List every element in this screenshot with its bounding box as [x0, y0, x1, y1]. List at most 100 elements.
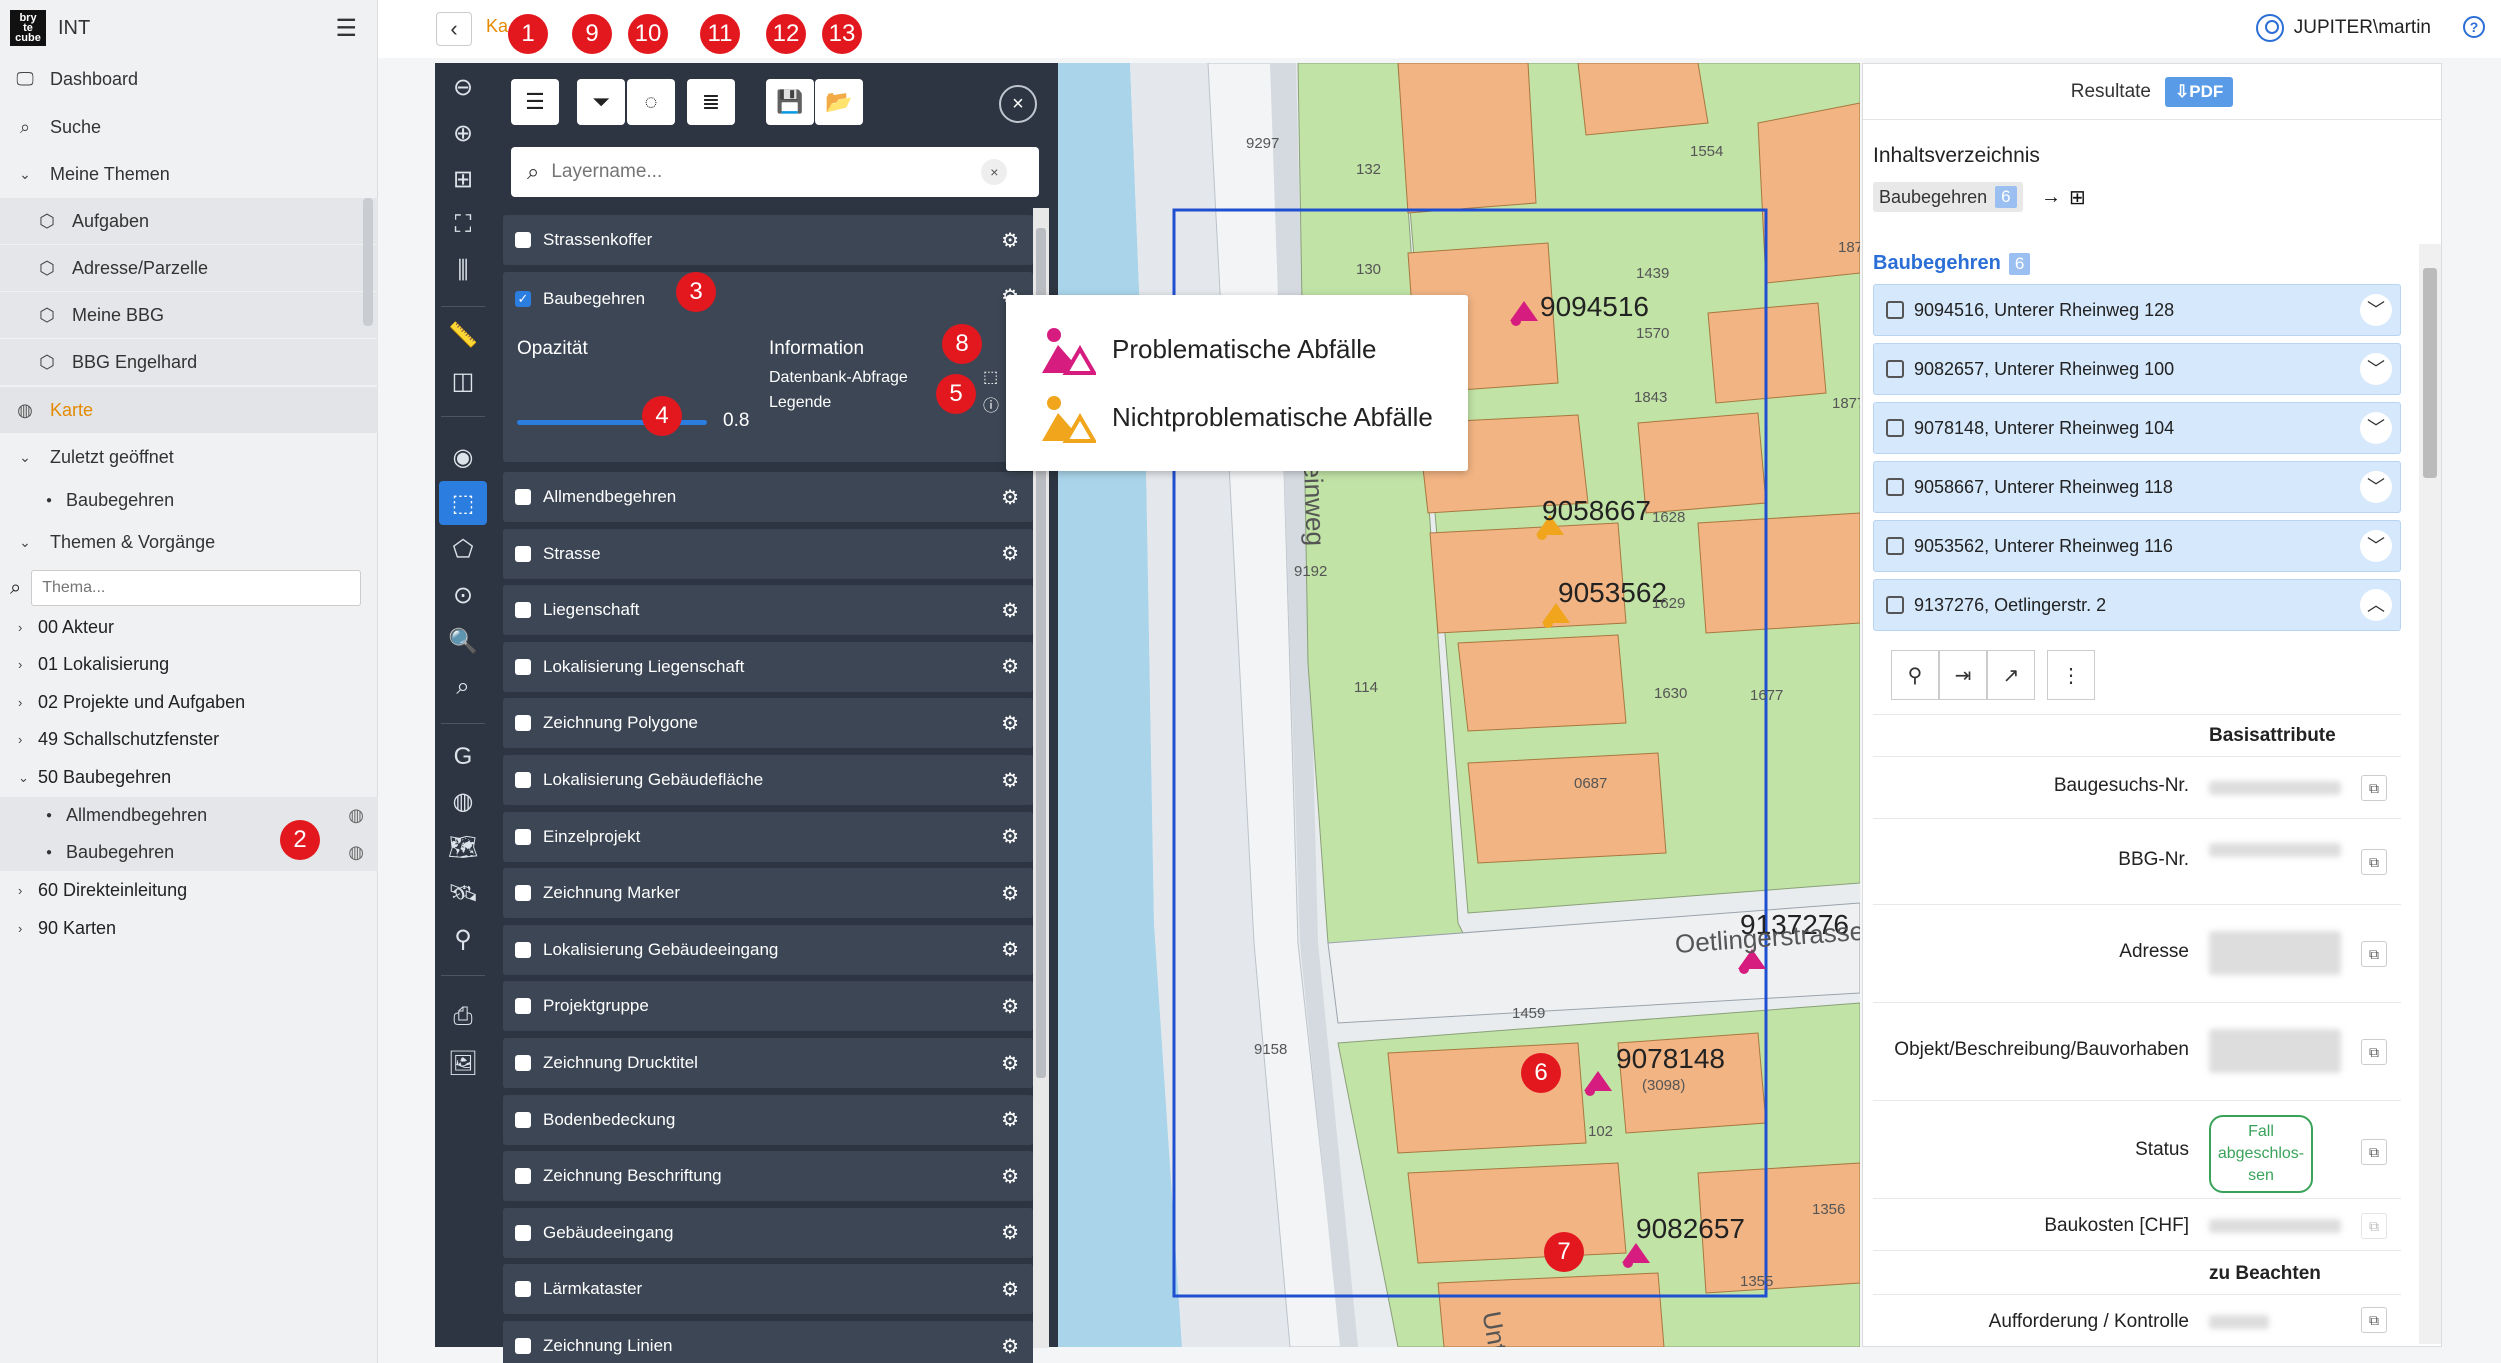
- chevron-up-icon[interactable]: ︿: [2360, 589, 2392, 621]
- layer-row[interactable]: Projektgruppe ⚙: [503, 981, 1033, 1032]
- arrow-right-icon[interactable]: →: [2041, 186, 2061, 209]
- external-link-icon[interactable]: ↗: [1987, 650, 2035, 700]
- copy-icon[interactable]: ⧉: [2361, 775, 2387, 801]
- area-measure-icon[interactable]: ◫: [439, 359, 487, 403]
- legend-list-button[interactable]: ≣: [687, 79, 735, 125]
- globe-icon[interactable]: ◍: [348, 805, 364, 826]
- tree-leaf-baubegehren[interactable]: ● Baubegehren ◍: [0, 834, 378, 871]
- layer-checkbox[interactable]: [515, 658, 531, 675]
- results-scrollbar[interactable]: [2419, 244, 2441, 1344]
- copy-icon[interactable]: ⧉: [2361, 1039, 2387, 1065]
- globe-icon[interactable]: ◍: [439, 779, 487, 823]
- result-item[interactable]: 9058667, Unterer Rheinweg 118 ﹀: [1873, 461, 2401, 513]
- chevron-down-icon[interactable]: ﹀: [2360, 471, 2392, 503]
- layers-button[interactable]: ☰: [511, 79, 559, 125]
- layer-row[interactable]: Einzelprojekt ⚙: [503, 811, 1033, 862]
- layer-row[interactable]: Lokalisierung Gebäudefläche ⚙: [503, 755, 1033, 805]
- layer-row[interactable]: Lokalisierung Liegenschaft ⚙: [503, 641, 1033, 692]
- open-button[interactable]: 📂: [815, 79, 863, 125]
- tree-leaf-allmendbegehren[interactable]: ● Allmendbegehren ◍: [0, 797, 378, 834]
- layer-checkbox[interactable]: [515, 232, 531, 248]
- tree-item-schallschutz[interactable]: › 49 Schallschutzfenster: [0, 721, 378, 758]
- layer-row[interactable]: Strassenkoffer ⚙: [503, 215, 1033, 265]
- ruler-vertical-icon[interactable]: ⫼: [439, 249, 487, 293]
- gear-icon[interactable]: ⚙: [1001, 485, 1019, 510]
- layer-row[interactable]: Zeichnung Drucktitel ⚙: [503, 1038, 1033, 1088]
- result-item[interactable]: 9078148, Unterer Rheinweg 104 ﹀: [1873, 402, 2401, 454]
- user-menu[interactable]: JUPITER\martin: [2255, 14, 2431, 42]
- copy-icon[interactable]: ⧉: [2361, 1139, 2387, 1165]
- zoom-out-icon[interactable]: ⊖: [439, 65, 487, 109]
- result-item[interactable]: 9082657, Unterer Rheinweg 100 ﹀: [1873, 343, 2401, 395]
- tree-item-direkteinleitung[interactable]: › 60 Direkteinleitung: [0, 872, 378, 909]
- gear-icon[interactable]: ⚙: [1001, 994, 1019, 1019]
- gear-icon[interactable]: ⚙: [1001, 654, 1019, 679]
- gear-icon[interactable]: ⚙: [1001, 1107, 1019, 1132]
- pdf-button[interactable]: ⇩PDF: [2165, 76, 2234, 107]
- back-button[interactable]: ‹: [436, 12, 472, 46]
- tree-item-karten[interactable]: › 90 Karten: [0, 910, 378, 947]
- point-select-icon[interactable]: ◉: [439, 435, 487, 479]
- layer-row[interactable]: Lokalisierung Gebäudeeingang ⚙: [503, 924, 1033, 975]
- nav-zuletzt[interactable]: ⌄ Zuletzt geöffnet: [0, 434, 378, 480]
- layer-search-input[interactable]: [551, 161, 982, 183]
- layer-row[interactable]: Allmendbegehren ⚙: [503, 472, 1033, 522]
- layer-checkbox[interactable]: [515, 1338, 531, 1354]
- result-item[interactable]: 9094516, Unterer Rheinweg 128 ﹀: [1873, 284, 2401, 336]
- gear-icon[interactable]: ⚙: [1001, 1277, 1019, 1302]
- layer-row[interactable]: Gebäudeeingang ⚙: [503, 1207, 1033, 1258]
- help-icon[interactable]: ?: [2463, 16, 2485, 38]
- pin-icon[interactable]: ⚲: [439, 917, 487, 961]
- sidebar-scrollbar[interactable]: [363, 198, 373, 326]
- layer-checkbox[interactable]: [515, 998, 531, 1015]
- layer-row[interactable]: Zeichnung Polygone ⚙: [503, 698, 1033, 749]
- nav-aufgaben[interactable]: ⬡ Aufgaben: [0, 198, 378, 244]
- gear-icon[interactable]: ⚙: [1001, 1334, 1019, 1359]
- scrollbar-thumb[interactable]: [2423, 268, 2437, 478]
- layer-checkbox-checked[interactable]: ✓: [515, 291, 531, 307]
- layer-checkbox[interactable]: [515, 545, 531, 562]
- nav-meine-themen[interactable]: ⌄ Meine Themen: [0, 151, 378, 197]
- gear-icon[interactable]: ⚙: [1001, 1051, 1019, 1076]
- layer-checkbox[interactable]: [515, 602, 531, 619]
- zoom-in-icon[interactable]: ⊕: [439, 111, 487, 155]
- copy-icon[interactable]: ⧉: [2361, 1307, 2387, 1333]
- close-panel-button[interactable]: ×: [999, 85, 1037, 123]
- zoom-box-icon[interactable]: ⊞: [439, 157, 487, 201]
- gear-icon[interactable]: ⚙: [1001, 1220, 1019, 1245]
- breadcrumb[interactable]: Ka: [486, 16, 508, 37]
- zoom-search-icon[interactable]: 🔍: [439, 619, 487, 663]
- copy-icon[interactable]: ⧉: [2361, 941, 2387, 967]
- print-icon[interactable]: ⎙: [439, 995, 487, 1039]
- result-item[interactable]: 9137276, Oetlingerstr. 2 ︿: [1873, 579, 2401, 631]
- filter-layers-button[interactable]: ⏷: [577, 79, 625, 125]
- nav-bbg-engelhard[interactable]: ⬡ BBG Engelhard: [0, 339, 378, 385]
- layer-checkbox[interactable]: [515, 1055, 531, 1071]
- measure-icon[interactable]: 📏: [439, 313, 487, 357]
- gear-icon[interactable]: ⚙: [1001, 228, 1019, 253]
- gear-icon[interactable]: ⚙: [1001, 937, 1019, 962]
- open-in-icon[interactable]: ⇥: [1939, 650, 1987, 700]
- tree-item-lokalisierung[interactable]: › 01 Lokalisierung: [0, 646, 378, 683]
- tree-item-akteur[interactable]: › 00 Akteur: [0, 609, 378, 646]
- nav-suche[interactable]: ⌕ Suche: [0, 104, 378, 150]
- hide-layers-button[interactable]: ◌: [627, 79, 675, 125]
- nav-dashboard[interactable]: 🖵 Dashboard: [0, 56, 378, 102]
- tree-item-projekte[interactable]: › 02 Projekte und Aufgaben: [0, 684, 378, 721]
- gear-icon[interactable]: ⚙: [1001, 711, 1019, 736]
- locate-pin-icon[interactable]: ⚲: [1891, 650, 1939, 700]
- layer-checkbox[interactable]: [515, 941, 531, 958]
- copy-icon[interactable]: ⧉: [2361, 849, 2387, 875]
- map-canvas[interactable]: 9094516 9058667 9053562 9137276 9078148 90826…: [1058, 63, 1860, 1347]
- layer-row[interactable]: Zeichnung Marker ⚙: [503, 868, 1033, 919]
- tree-item-baubegehren[interactable]: ⌄ 50 Baubegehren: [0, 759, 378, 796]
- save-button[interactable]: 💾: [766, 79, 814, 125]
- map-icon[interactable]: 🗺: [439, 825, 487, 869]
- image-icon[interactable]: 🖼: [439, 1041, 487, 1085]
- nav-karte[interactable]: ◍ Karte: [0, 387, 378, 433]
- nav-meine-bbg[interactable]: ⬡ Meine BBG: [0, 292, 378, 338]
- gear-icon[interactable]: ⚙: [1001, 598, 1019, 623]
- chevron-down-icon[interactable]: ﹀: [2360, 294, 2392, 326]
- result-item[interactable]: 9053562, Unterer Rheinweg 116 ﹀: [1873, 520, 2401, 572]
- gear-icon[interactable]: ⚙: [1001, 824, 1019, 849]
